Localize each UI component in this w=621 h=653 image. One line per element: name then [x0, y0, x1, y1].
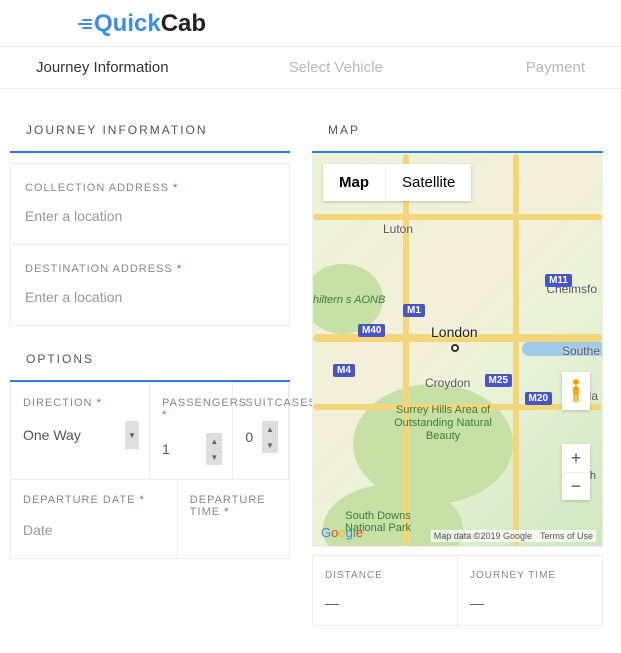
- map-road: [513, 154, 519, 546]
- map-hwy-m20: M20: [525, 392, 552, 405]
- google-logo: Google: [321, 525, 363, 540]
- map-road: [403, 154, 409, 546]
- journey-stats: DISTANCE — JOURNEY TIME —: [312, 555, 603, 626]
- departure-time-label: DEPARTURE TIME *: [190, 494, 279, 518]
- distance-label: DISTANCE: [325, 570, 445, 581]
- map-data-text: Map data ©2019 Google: [434, 531, 532, 541]
- map-hwy-m4: M4: [333, 364, 355, 377]
- chevron-down-icon[interactable]: ▼: [262, 437, 278, 453]
- map-hwy-m40: M40: [358, 324, 385, 337]
- departure-time-cell: DEPARTURE TIME *: [178, 480, 289, 558]
- map-label-surrey: Surrey Hills Area of Outstanding Natural…: [383, 404, 503, 444]
- map-type-map-button[interactable]: Map: [323, 164, 385, 201]
- section-title-journey: JOURNEY INFORMATION: [26, 123, 290, 137]
- chevron-down-icon[interactable]: ▼: [206, 449, 222, 465]
- journey-time-value: —: [470, 595, 590, 611]
- stat-journey-time: JOURNEY TIME —: [457, 555, 603, 626]
- map-label-chiltern: hiltern s AONB: [313, 294, 385, 306]
- tab-journey-information[interactable]: Journey Information: [36, 59, 169, 76]
- destination-input[interactable]: [25, 285, 275, 311]
- logo-lines-icon: [78, 18, 92, 30]
- divider: [10, 151, 290, 153]
- suitcases-cell: SUITCASES 0 ▲▼: [233, 383, 289, 480]
- passengers-label: PASSENGERS *: [162, 397, 222, 421]
- suitcases-stepper[interactable]: ▲▼: [262, 421, 278, 453]
- destination-label: DESTINATION ADDRESS *: [25, 263, 275, 275]
- map-label-southend: Southe: [562, 344, 600, 358]
- passengers-cell: PASSENGERS * 1 ▲▼: [150, 383, 233, 480]
- options-grid: DIRECTION * One Way ▾ PASSENGERS * 1 ▲▼ …: [10, 382, 290, 559]
- terms-link[interactable]: Terms of Use: [540, 531, 593, 541]
- progress-tabs: Journey Information Select Vehicle Payme…: [0, 46, 621, 89]
- section-title-map: MAP: [328, 123, 603, 137]
- header: QuickCab: [0, 0, 621, 46]
- collection-card: COLLECTION ADDRESS *: [10, 163, 290, 245]
- passengers-stepper[interactable]: ▲▼: [206, 433, 222, 465]
- direction-dropdown[interactable]: ▾: [125, 421, 139, 449]
- direction-label: DIRECTION *: [23, 397, 139, 409]
- passengers-value: 1: [162, 441, 170, 457]
- map-road: [313, 214, 602, 220]
- map-attribution: Map data ©2019 Google Terms of Use: [431, 530, 596, 542]
- logo-text-blue: Quick: [94, 10, 161, 38]
- pegman-icon: [568, 378, 584, 404]
- map-hwy-m25: M25: [485, 374, 512, 387]
- tab-payment[interactable]: Payment: [526, 59, 621, 76]
- tab-select-vehicle[interactable]: Select Vehicle: [289, 59, 383, 76]
- map[interactable]: Bedford Luton Chelmsfo London Croydon So…: [312, 153, 603, 547]
- logo-text-black: Cab: [161, 10, 206, 38]
- suitcases-label: SUITCASES: [245, 397, 278, 409]
- suitcases-value: 0: [245, 429, 253, 445]
- map-type-satellite-button[interactable]: Satellite: [385, 164, 471, 201]
- section-title-options: OPTIONS: [26, 352, 290, 366]
- distance-value: —: [325, 595, 445, 611]
- chevron-up-icon[interactable]: ▲: [262, 421, 278, 437]
- direction-value: One Way: [23, 427, 81, 443]
- zoom-in-button[interactable]: +: [562, 444, 590, 472]
- zoom-out-button[interactable]: −: [562, 472, 590, 500]
- map-label-croydon: Croydon: [425, 376, 470, 390]
- journey-time-label: JOURNEY TIME: [470, 570, 590, 581]
- zoom-controls: + −: [562, 444, 590, 500]
- departure-date-cell: DEPARTURE DATE *: [11, 480, 178, 558]
- departure-date-label: DEPARTURE DATE *: [23, 494, 167, 506]
- map-london-marker-icon: [451, 344, 459, 352]
- destination-card: DESTINATION ADDRESS *: [10, 245, 290, 326]
- map-label-luton: Luton: [383, 222, 413, 236]
- streetview-pegman-button[interactable]: [562, 372, 590, 410]
- stat-distance: DISTANCE —: [312, 555, 458, 626]
- logo[interactable]: QuickCab: [78, 10, 206, 38]
- map-canvas[interactable]: Bedford Luton Chelmsfo London Croydon So…: [313, 154, 602, 546]
- direction-cell: DIRECTION * One Way ▾: [11, 383, 150, 480]
- collection-input[interactable]: [25, 204, 275, 230]
- collection-label: COLLECTION ADDRESS *: [25, 182, 275, 194]
- map-label-london: London: [431, 324, 478, 340]
- map-hwy-m11: M11: [545, 274, 572, 287]
- departure-date-input[interactable]: [23, 518, 167, 544]
- chevron-up-icon[interactable]: ▲: [206, 433, 222, 449]
- map-hwy-m1: M1: [403, 304, 425, 317]
- map-type-switch: Map Satellite: [323, 164, 471, 201]
